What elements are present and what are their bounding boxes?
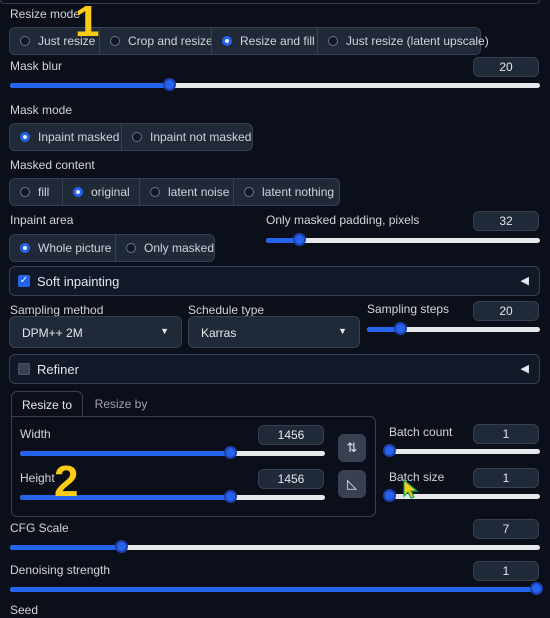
slider-track [266, 238, 540, 243]
width-input[interactable]: 1456 [258, 425, 324, 445]
mask-mode-inpaint-masked[interactable]: Inpaint masked [9, 123, 122, 151]
schedule-type-label: Schedule type [188, 303, 265, 317]
radio-dot [20, 187, 30, 197]
mask-mode-group: Inpaint masked Inpaint not masked [9, 123, 253, 151]
refiner-label: Refiner [37, 362, 79, 377]
mouse-cursor-icon [403, 478, 419, 499]
slider-track [389, 449, 540, 454]
batch-count-slider[interactable] [383, 444, 540, 458]
slider-fill [20, 451, 231, 456]
inpaint-area-only-masked[interactable]: Only masked [115, 234, 215, 262]
cfg-scale-slider[interactable] [10, 540, 540, 554]
annotation-marker-2: 2 [54, 457, 79, 506]
refiner-checkbox[interactable] [18, 363, 30, 375]
slider-knob[interactable] [224, 446, 238, 459]
mask-mode-label: Mask mode [10, 103, 73, 117]
sampling-method-label: Sampling method [10, 303, 104, 317]
aspect-ratio-button[interactable]: ◺ [338, 470, 366, 498]
batch-count-input[interactable]: 1 [473, 424, 539, 444]
collapse-arrow-icon[interactable]: ◀ [521, 362, 529, 375]
refiner-accordion[interactable]: Refiner ◀ [9, 354, 540, 384]
slider-knob[interactable] [393, 322, 407, 335]
slider-knob[interactable] [383, 444, 396, 457]
resize-mode-resize-and-fill[interactable]: Resize and fill [211, 27, 318, 55]
only-masked-padding-label: Only masked padding, pixels [266, 213, 420, 227]
radio-dot [20, 36, 30, 46]
only-masked-padding-input[interactable]: 32 [473, 211, 539, 231]
denoising-strength-label: Denoising strength [10, 563, 111, 577]
radio-dot [110, 36, 120, 46]
radio-dot-selected [73, 187, 83, 197]
seed-label: Seed [10, 603, 39, 617]
inpaint-area-label: Inpaint area [10, 213, 74, 227]
radio-dot-selected [20, 132, 30, 142]
annotation-marker-1: 1 [75, 0, 100, 46]
cfg-scale-label: CFG Scale [10, 521, 69, 535]
soft-inpainting-accordion[interactable]: ✓ Soft inpainting ◀ [9, 266, 540, 296]
chevron-down-icon: ▼ [338, 326, 347, 336]
tab-label: Resize by [94, 397, 148, 411]
sampling-method-value: DPM++ 2M [22, 326, 83, 340]
tab-label: Resize to [21, 397, 73, 412]
height-label: Height [20, 471, 55, 485]
resize-mode-label: Resize mode [10, 7, 81, 21]
soft-inpainting-checkbox[interactable]: ✓ [18, 275, 30, 287]
sampling-method-dropdown[interactable]: DPM++ 2M ▼ [9, 316, 182, 348]
radio-dot [328, 36, 338, 46]
denoising-strength-input[interactable]: 1 [473, 561, 539, 581]
masked-content-latent-nothing[interactable]: latent nothing [233, 178, 340, 206]
radio-dot [126, 243, 136, 253]
masked-content-fill[interactable]: fill [9, 178, 63, 206]
radio-dot-selected [20, 243, 30, 253]
swap-icon: ⇅ [346, 440, 358, 455]
masked-content-original[interactable]: original [62, 178, 140, 206]
slider-knob[interactable] [115, 540, 129, 553]
sampling-steps-label: Sampling steps [367, 302, 450, 316]
swap-dimensions-button[interactable]: ⇅ [338, 434, 366, 462]
slider-knob[interactable] [383, 489, 396, 502]
only-masked-padding-slider[interactable] [266, 233, 540, 247]
collapse-arrow-icon[interactable]: ◀ [521, 274, 529, 287]
mask-mode-inpaint-not-masked[interactable]: Inpaint not masked [121, 123, 253, 151]
sampling-steps-slider[interactable] [367, 322, 540, 336]
radio-dot [132, 132, 142, 142]
width-label: Width [20, 427, 51, 441]
inpaint-area-group: Whole picture Only masked [9, 234, 215, 262]
masked-content-latent-noise[interactable]: latent noise [139, 178, 234, 206]
slider-fill [10, 587, 536, 592]
slider-fill [10, 83, 169, 88]
tab-resize-to[interactable]: Resize to [11, 391, 83, 417]
resize-mode-latent-upscale[interactable]: Just resize (latent upscale) [317, 27, 489, 55]
mask-blur-slider[interactable] [10, 78, 540, 92]
radio-dot [150, 187, 160, 197]
masked-content-label: Masked content [10, 158, 95, 172]
slider-fill [10, 545, 122, 550]
tab-resize-by[interactable]: Resize by [85, 391, 157, 417]
schedule-type-value: Karras [201, 326, 237, 340]
batch-count-label: Batch count [389, 425, 453, 439]
slider-knob[interactable] [292, 233, 306, 246]
ruler-triangle-icon: ◺ [347, 476, 357, 491]
batch-size-input[interactable]: 1 [473, 468, 539, 488]
resize-mode-crop-and-resize[interactable]: Crop and resize [99, 27, 213, 55]
mask-blur-input[interactable]: 20 [473, 57, 539, 77]
slider-knob[interactable] [224, 490, 238, 503]
denoising-strength-slider[interactable] [10, 582, 543, 596]
slider-knob[interactable] [163, 78, 176, 91]
sampling-steps-input[interactable]: 20 [473, 301, 539, 321]
schedule-type-dropdown[interactable]: Karras ▼ [188, 316, 360, 348]
radio-dot-selected [222, 36, 232, 46]
slider-knob[interactable] [530, 582, 543, 595]
mask-blur-label: Mask blur [10, 59, 63, 73]
soft-inpainting-label: Soft inpainting [37, 274, 120, 289]
radio-dot [244, 187, 254, 197]
chevron-down-icon: ▼ [160, 326, 169, 336]
height-input[interactable]: 1456 [258, 469, 324, 489]
slider-fill [20, 495, 231, 500]
cfg-scale-input[interactable]: 7 [473, 519, 539, 539]
masked-content-group: fill original latent noise latent nothin… [9, 178, 340, 206]
inpaint-area-whole-picture[interactable]: Whole picture [9, 234, 116, 262]
